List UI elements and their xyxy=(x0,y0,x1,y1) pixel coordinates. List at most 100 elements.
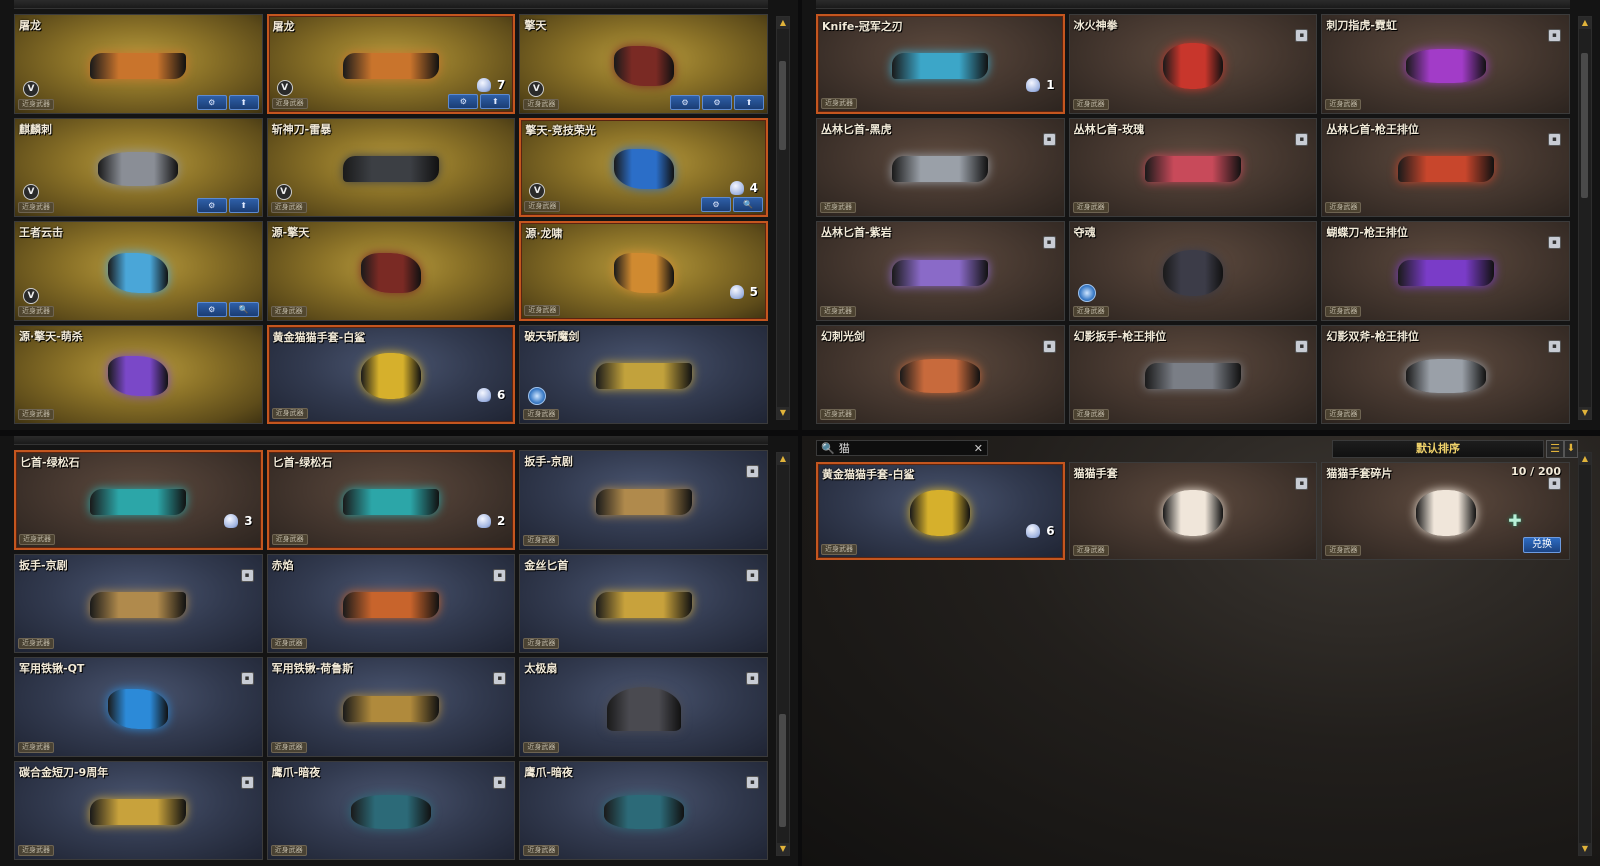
item-card[interactable]: 擎天 近身武器 V ⚙ ⚙ ⬆ xyxy=(519,14,768,114)
item-card[interactable]: 屠龙 近身武器 V ⚙ ⬆ xyxy=(14,14,263,114)
settings-button[interactable]: ⚙ xyxy=(196,301,227,317)
upgrade-button[interactable]: ⬆ xyxy=(228,198,259,213)
item-card[interactable]: 匕首-绿松石 近身武器 2 xyxy=(266,450,516,550)
scrollbar[interactable]: ▲ ▼ xyxy=(1578,16,1592,420)
item-card[interactable]: 源-擎天近身武器 xyxy=(266,221,516,321)
item-card[interactable]: 刺刀指虎-霓虹 近身武器 ▪ xyxy=(1321,14,1570,114)
redeem-button[interactable]: 兑换 xyxy=(1523,537,1561,553)
scrollbar[interactable]: ▲ ▼ xyxy=(776,16,790,420)
inspect-button[interactable]: 🔍 xyxy=(733,197,763,212)
category-tag: 近身武器 xyxy=(1325,409,1362,420)
settings-button[interactable]: ⚙ xyxy=(670,94,700,110)
item-name: 幻刺光剑 xyxy=(821,329,865,343)
sort-dropdown[interactable]: 默认排序 xyxy=(1332,440,1544,458)
item-card[interactable]: 黄金猫猫手套-白鲨 近身武器 6 xyxy=(266,324,516,424)
quantity-value: 1 xyxy=(1046,77,1055,92)
upgrade-button[interactable]: ⬆ xyxy=(228,94,259,110)
scroll-up-arrow-icon[interactable]: ▲ xyxy=(1579,453,1591,465)
upgrade-button[interactable]: ⬆ xyxy=(480,93,511,109)
scrollbar[interactable]: ▲ ▼ xyxy=(776,452,790,856)
character-head-icon xyxy=(476,77,491,92)
search-input[interactable] xyxy=(838,441,970,455)
item-card[interactable]: 破天斩魔剑 近身武器 xyxy=(519,324,768,424)
scroll-down-arrow-icon[interactable]: ▼ xyxy=(777,843,789,855)
sort-direction-icon[interactable]: ⬇ xyxy=(1564,440,1578,458)
scroll-thumb[interactable] xyxy=(779,61,786,150)
category-tag: 近身武器 xyxy=(820,202,856,213)
scroll-down-arrow-icon[interactable]: ▼ xyxy=(1579,843,1591,855)
item-card[interactable]: 冰火神拳 近身武器 ▪ xyxy=(1068,14,1318,114)
weapon-icon xyxy=(1144,156,1241,183)
scroll-up-arrow-icon[interactable]: ▲ xyxy=(777,453,789,465)
item-card[interactable]: 麒麟刺 近身武器 V ⚙ ⬆ xyxy=(14,117,263,217)
scrollbar[interactable]: ▲ ▼ xyxy=(1578,452,1592,856)
quantity-badge: 3 xyxy=(224,513,253,528)
item-card[interactable]: 夺魂 近身武器 xyxy=(1068,221,1318,321)
item-name: 源·擎天-萌杀 xyxy=(19,329,83,343)
item-card[interactable]: 扳手-京剧 近身武器 ▪ xyxy=(14,553,263,653)
settings-button[interactable]: ⚙ xyxy=(196,198,227,213)
inspect-button[interactable]: 🔍 xyxy=(228,301,259,317)
item-card[interactable]: 源·龙啸 近身武器 5 xyxy=(519,221,768,321)
search-box[interactable]: 🔍 ✕ xyxy=(816,440,988,456)
quantity-value: 5 xyxy=(749,284,758,299)
card-action-buttons: ⚙ 🔍 xyxy=(196,301,259,317)
special-effect-icon xyxy=(528,387,547,405)
item-grid: Knife-冠军之刃 近身武器 1 冰火神拳 近身武器 ▪ 刺刀指虎-霓虹 近身武器 ▪ 丛林匕首… xyxy=(816,14,1570,424)
item-card[interactable]: 丛林匕首-玫瑰 近身武器 ▪ xyxy=(1068,117,1318,217)
vip-badge-icon: V xyxy=(528,80,545,97)
item-card[interactable]: 军用铁锹-QT 近身武器 ▪ xyxy=(14,657,263,757)
item-card[interactable]: 碳合金短刀-9周年 近身武器 ▪ xyxy=(14,760,263,860)
item-card[interactable]: 源·擎天-萌杀 近身武器 xyxy=(14,324,263,424)
category-tag: 近身武器 xyxy=(523,98,560,110)
item-card[interactable]: 黄金猫猫手套-白鲨 近身武器 6 xyxy=(816,462,1065,560)
fragment-icon: ✚ xyxy=(1508,511,1522,530)
item-name: 源-擎天 xyxy=(271,226,310,239)
clear-search-icon[interactable]: ✕ xyxy=(974,442,983,455)
settings-button[interactable]: ⚙ xyxy=(448,93,479,109)
item-card[interactable]: 鹰爪-暗夜 近身武器 ▪ xyxy=(266,760,516,860)
item-card[interactable]: 鹰爪-暗夜 近身武器 ▪ xyxy=(519,760,768,860)
settings-button[interactable]: ⚙ xyxy=(701,197,731,212)
category-tag: 近身武器 xyxy=(820,409,856,420)
vip-badge-icon: V xyxy=(529,183,546,199)
settings-button[interactable]: ⚙ xyxy=(702,94,732,110)
item-card[interactable]: 丛林匕首-黑虎 近身武器 ▪ xyxy=(816,117,1065,217)
lock-icon: ▪ xyxy=(746,465,759,478)
item-card[interactable]: Knife-冠军之刃 近身武器 1 xyxy=(816,14,1065,114)
item-card[interactable]: 太极扇 近身武器 ▪ xyxy=(519,657,768,757)
weapon-icon xyxy=(595,592,692,619)
category-tag: 近身武器 xyxy=(270,305,307,317)
weapon-icon xyxy=(1405,359,1486,394)
item-card[interactable]: 蝴蝶刀-枪王排位 近身武器 ▪ xyxy=(1321,221,1570,321)
scroll-down-arrow-icon[interactable]: ▼ xyxy=(1579,407,1591,419)
category-tag: 近身武器 xyxy=(1072,98,1109,110)
item-card[interactable]: 擎天-竞技荣光 近身武器 V 4 ⚙ 🔍 xyxy=(519,117,768,217)
item-card[interactable]: 丛林匕首-枪王排位 近身武器 ▪ xyxy=(1321,117,1570,217)
item-card[interactable]: 猫猫手套碎片 近身武器 ▪ 10 / 200 ✚ 兑换 xyxy=(1321,462,1570,560)
item-name: 丛林匕首-玫瑰 xyxy=(1073,122,1145,136)
list-view-icon[interactable]: ☰ xyxy=(1546,440,1564,458)
item-card[interactable]: 丛林匕首-紫岩 近身武器 ▪ xyxy=(816,221,1065,321)
scroll-down-arrow-icon[interactable]: ▼ xyxy=(777,407,789,419)
item-card[interactable]: 扳手-京剧 近身武器 ▪ xyxy=(519,450,768,550)
item-card[interactable]: 金丝匕首 近身武器 ▪ xyxy=(519,553,768,653)
item-card[interactable]: 幻影扳手-枪王排位 近身武器 ▪ xyxy=(1068,324,1318,424)
item-card[interactable]: 军用铁锹-荷鲁斯 近身武器 ▪ xyxy=(266,657,516,757)
item-card[interactable]: 匕首-绿松石 近身武器 3 xyxy=(14,450,263,550)
scroll-thumb[interactable] xyxy=(779,714,786,827)
scroll-thumb[interactable] xyxy=(1581,53,1588,198)
item-card[interactable]: 斩神刀-雷暴 近身武器 V xyxy=(266,117,516,217)
settings-button[interactable]: ⚙ xyxy=(196,94,227,110)
scroll-up-arrow-icon[interactable]: ▲ xyxy=(777,17,789,29)
item-card[interactable]: 赤焰 近身武器 ▪ xyxy=(266,553,516,653)
inventory-panel-top-left: 屠龙 近身武器 V ⚙ ⬆ 屠龙 近身武器 V 7 ⚙ ⬆ 擎天 近身武器 V ⚙ ⚙ ⬆ 麒麟刺 近身武器 V ⚙ ⬆ 斩… xyxy=(0,0,798,430)
item-card[interactable]: 王者云击 近身武器 V ⚙ 🔍 xyxy=(14,221,263,321)
weapon-icon xyxy=(90,799,187,826)
item-card[interactable]: 屠龙 近身武器 V 7 ⚙ ⬆ xyxy=(266,14,516,114)
item-card[interactable]: 幻影双斧-枪王排位 近身武器 ▪ xyxy=(1321,324,1570,424)
item-card[interactable]: 幻刺光剑 近身武器 ▪ xyxy=(816,324,1065,424)
upgrade-button[interactable]: ⬆ xyxy=(734,94,764,110)
item-card[interactable]: 猫猫手套 近身武器 ▪ xyxy=(1068,462,1318,560)
scroll-up-arrow-icon[interactable]: ▲ xyxy=(1579,17,1591,29)
